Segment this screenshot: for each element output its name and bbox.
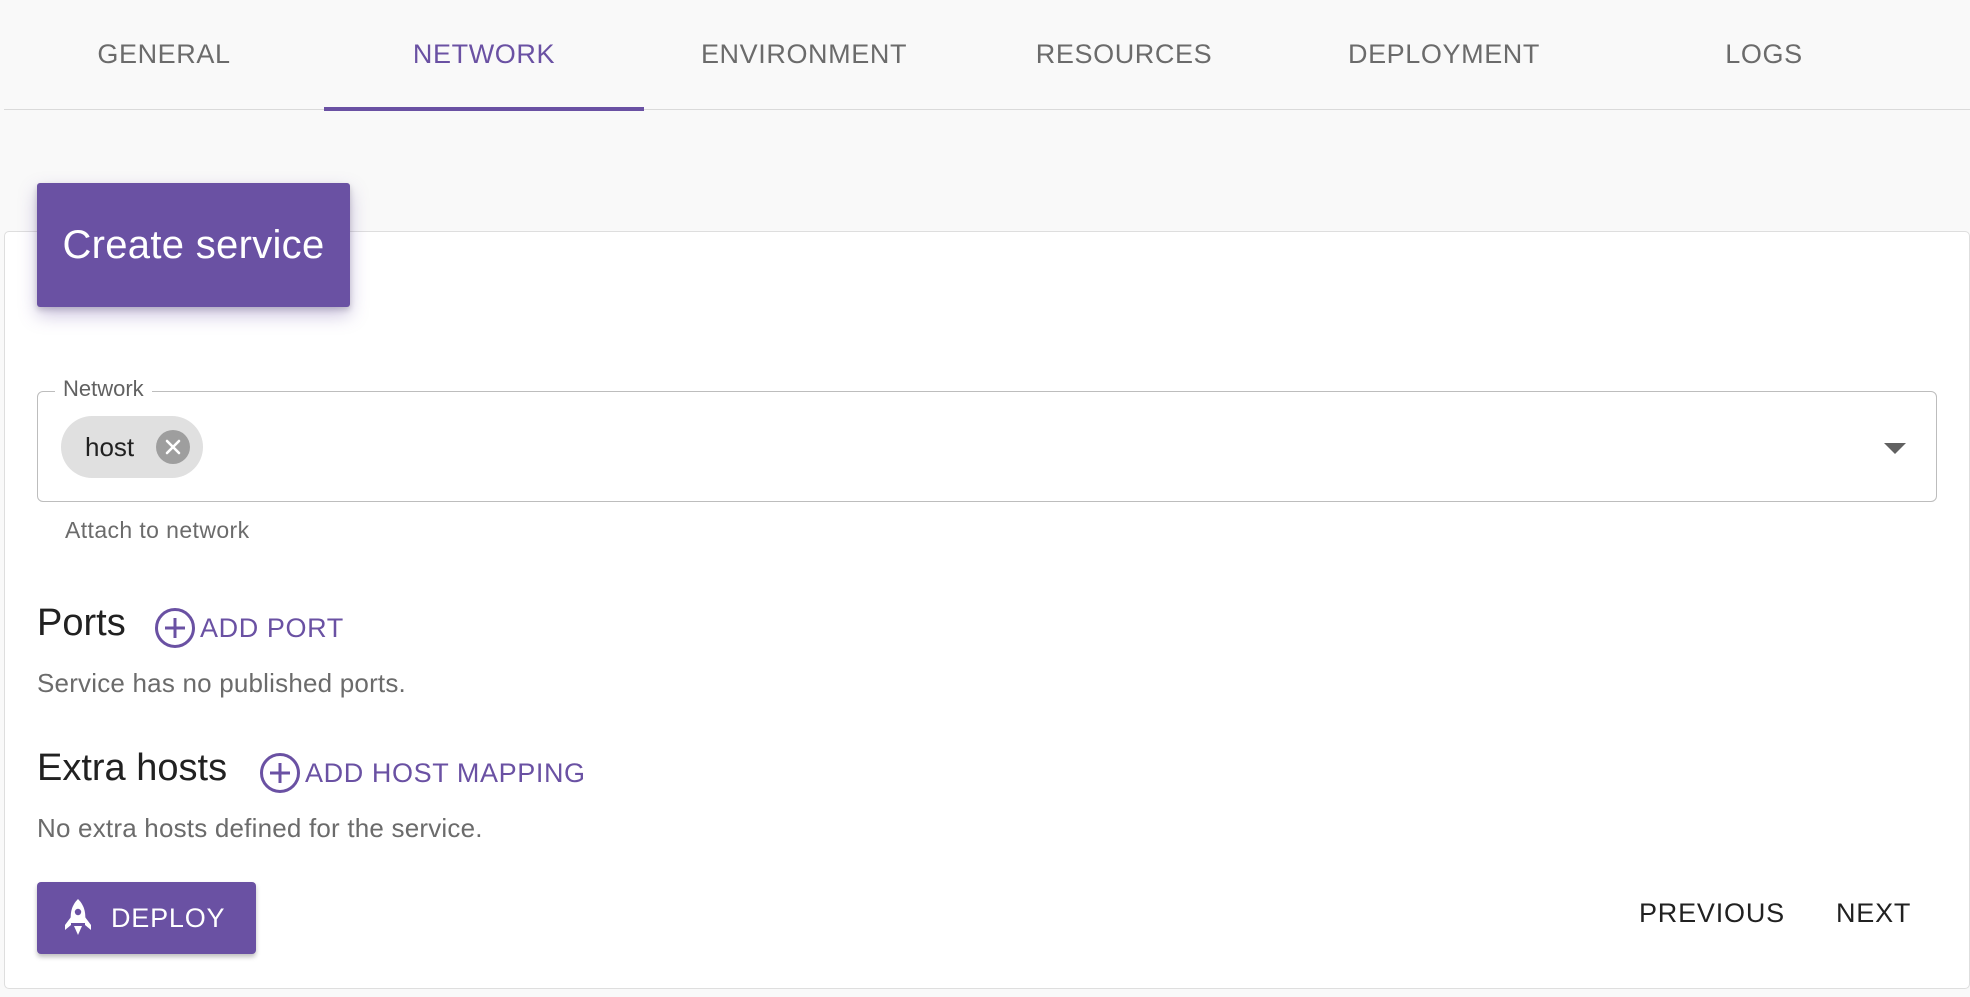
add-host-mapping-label: ADD HOST MAPPING bbox=[305, 757, 586, 788]
tab-general-label: GENERAL bbox=[97, 38, 231, 69]
rocket-icon bbox=[65, 899, 91, 935]
plus-circle-icon bbox=[155, 608, 195, 648]
network-field-label: Network bbox=[55, 376, 152, 402]
tab-environment-label: ENVIRONMENT bbox=[700, 38, 908, 69]
arrow-drop-down-icon[interactable] bbox=[1884, 443, 1906, 454]
tab-environment[interactable]: ENVIRONMENT bbox=[644, 0, 964, 110]
previous-button[interactable]: PREVIOUS bbox=[1639, 898, 1785, 929]
close-circle-icon[interactable] bbox=[156, 430, 190, 464]
add-host-mapping-button[interactable]: ADD HOST MAPPING bbox=[259, 752, 586, 794]
tab-general[interactable]: GENERAL bbox=[4, 0, 324, 110]
tab-logs-label: LOGS bbox=[1725, 38, 1803, 69]
tab-resources[interactable]: RESOURCES bbox=[964, 0, 1284, 110]
deploy-button[interactable]: DEPLOY bbox=[37, 882, 256, 954]
extra-hosts-empty-text: No extra hosts defined for the service. bbox=[37, 813, 483, 843]
add-port-button[interactable]: ADD PORT bbox=[154, 607, 344, 649]
network-chip-label: host bbox=[85, 431, 135, 462]
network-helper-text: Attach to network bbox=[65, 517, 250, 543]
tab-deployment[interactable]: DEPLOYMENT bbox=[1284, 0, 1604, 110]
tab-network[interactable]: NETWORK bbox=[324, 0, 644, 111]
next-button[interactable]: NEXT bbox=[1836, 898, 1911, 929]
tab-network-label: NETWORK bbox=[412, 38, 556, 69]
network-select[interactable]: Network host bbox=[37, 376, 1937, 502]
add-port-label: ADD PORT bbox=[200, 612, 344, 643]
extra-hosts-title: Extra hosts bbox=[37, 747, 228, 789]
tab-deployment-label: DEPLOYMENT bbox=[1347, 38, 1541, 69]
card-header: Create service bbox=[37, 183, 350, 307]
deploy-label: DEPLOY bbox=[111, 902, 226, 933]
ports-empty-text: Service has no published ports. bbox=[37, 668, 406, 698]
card-title: Create service bbox=[62, 222, 325, 267]
network-chip: host bbox=[61, 416, 203, 478]
tab-logs[interactable]: LOGS bbox=[1604, 0, 1924, 110]
plus-circle-icon bbox=[260, 753, 300, 793]
tab-resources-label: RESOURCES bbox=[1035, 38, 1213, 69]
ports-title: Ports bbox=[37, 602, 126, 644]
tab-bar: GENERAL NETWORK ENVIRONMENT RESOURCES DE… bbox=[4, 0, 1970, 111]
